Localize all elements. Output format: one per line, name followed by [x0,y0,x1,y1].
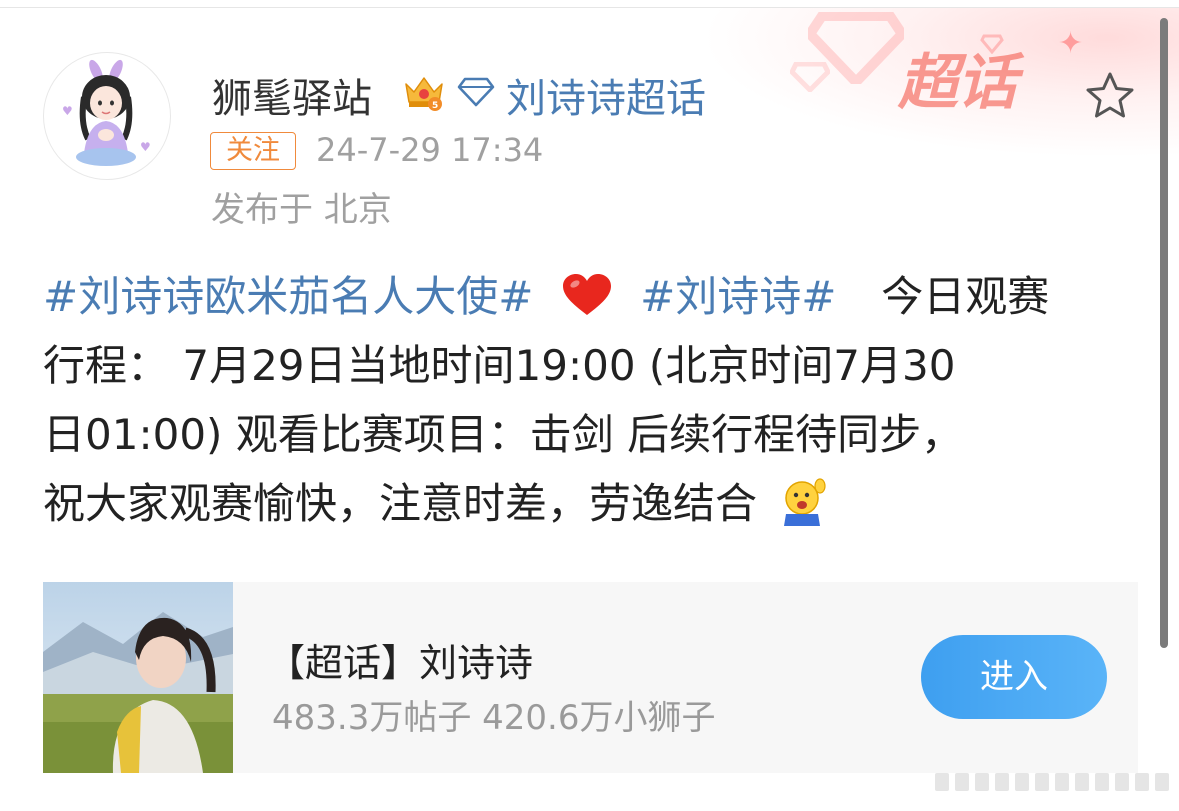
watermark [935,773,1169,791]
svg-text:5: 5 [432,101,438,111]
super-topic-stats: 483.3万帖子 420.6万小狮子 [272,698,716,738]
avatar-illustration: ♥ ♥ [62,59,151,166]
hashtag-ambassador[interactable]: #刘诗诗欧米茄名人大使# [43,272,533,321]
post-line-1-text: 今日观赛 [881,272,1050,321]
hashtag-liushishi[interactable]: #刘诗诗# [640,272,836,321]
red-heart-icon [562,274,611,315]
enter-button[interactable]: 进入 [921,635,1107,719]
banner-gem-tiny-icon [980,34,1004,54]
star-outline-icon[interactable] [1084,70,1136,122]
avatar[interactable]: ♥ ♥ [43,52,171,180]
post-line-1: #刘诗诗欧米茄名人大使# #刘诗诗# 今日观赛 [43,262,1133,331]
banner-gem-small-icon [790,62,830,92]
post-line-4-text: 祝大家观赛愉快，注意时差，劳逸结合 [43,479,758,528]
username[interactable]: 狮髦驿站 [212,66,372,124]
post-line-4: 祝大家观赛愉快，注意时差，劳逸结合 [43,469,1133,538]
crown-badge-icon: 5 [405,77,443,111]
post-timestamp: 24-7-29 17:34 [316,131,544,169]
post-line-3: 日01:00) 观看比赛项目：击剑 后续行程待同步， [43,410,964,459]
scrollbar[interactable] [1160,18,1168,648]
weibo-post-page: 超话 ✦ ♥ ♥ 狮髦驿站 5 刘诗诗超话 关注 24-7-29 17:34 发… [0,0,1179,811]
sparkle-icon: ✦ [1058,26,1084,61]
super-topic-link[interactable]: 刘诗诗超话 [506,66,706,124]
super-topic-card[interactable]: 【超话】刘诗诗 483.3万帖子 420.6万小狮子 进入 [43,582,1138,773]
super-topic-cover-image [43,582,233,773]
post-location: 发布于 北京 [211,190,392,230]
raising-hand-emoji-icon [784,478,826,526]
super-topic-title: 【超话】刘诗诗 [267,641,534,685]
svg-text:♥: ♥ [62,104,73,118]
svg-text:♥: ♥ [140,140,151,154]
post-line-2: 行程： 7月29日当地时间19:00 (北京时间7月30 [43,341,956,390]
diamond-icon [457,77,495,107]
post-body: #刘诗诗欧米茄名人大使# #刘诗诗# 今日观赛 行程： 7月29日当地时间19:… [43,262,1133,538]
follow-button[interactable]: 关注 [210,132,296,170]
